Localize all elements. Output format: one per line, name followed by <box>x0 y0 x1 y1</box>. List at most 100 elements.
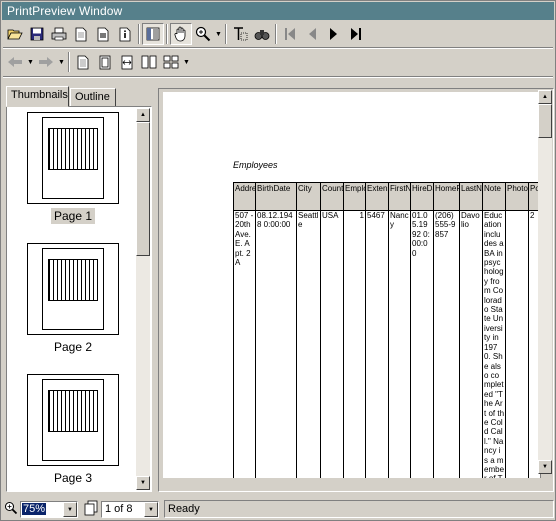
zoom-combobox[interactable]: 75% ▼ <box>20 501 78 518</box>
zoom-tool-button[interactable] <box>192 23 214 45</box>
text-select-button[interactable] <box>229 23 251 45</box>
thumbnail-page-2[interactable]: Page 2 <box>27 243 119 354</box>
hand-tool-button[interactable] <box>170 23 192 45</box>
toolbar-separator <box>275 24 277 44</box>
report-title: Employees <box>233 160 278 170</box>
column-header: HireDate <box>410 182 434 211</box>
main-toolbar: ▼ <box>4 22 367 46</box>
thumbnail-image <box>27 112 119 204</box>
open-icon <box>7 29 23 40</box>
print-icon <box>51 27 67 41</box>
scroll-thumb[interactable] <box>538 104 552 138</box>
info-button[interactable] <box>114 23 136 45</box>
next-page-button[interactable] <box>323 23 345 45</box>
multi-page-dropdown-arrow[interactable]: ▼ <box>182 51 191 73</box>
window-title: PrintPreview Window <box>7 4 123 18</box>
last-page-icon <box>351 28 361 40</box>
single-page-view-icon <box>77 55 89 69</box>
page-combobox-arrow[interactable]: ▼ <box>144 502 158 517</box>
forward-dropdown-arrow[interactable]: ▼ <box>57 51 66 73</box>
page-width-button[interactable] <box>116 51 138 73</box>
thumbnails-toggle-button[interactable] <box>142 23 164 45</box>
two-pages-view-icon <box>141 55 157 69</box>
table-cell: 08.12.1948 0:00:00 <box>255 210 297 478</box>
forward-icon <box>39 57 53 67</box>
save-button[interactable] <box>26 23 48 45</box>
column-header: EmployeeID <box>343 182 366 211</box>
scroll-up-button[interactable]: ▲ <box>136 108 150 122</box>
toolbar-divider <box>3 76 553 78</box>
table-cell: (206) 555-9857 <box>433 210 460 478</box>
thumbnail-page-1[interactable]: Page 1 <box>27 112 119 224</box>
first-page-button[interactable] <box>279 23 301 45</box>
table-cell: Nancy <box>388 210 411 478</box>
page-setup-button[interactable] <box>70 23 92 45</box>
last-page-button[interactable] <box>345 23 367 45</box>
toolbar-divider <box>3 47 553 49</box>
column-header: Note <box>482 182 506 211</box>
column-header: Address <box>233 182 256 211</box>
toolbar-separator <box>166 24 168 44</box>
single-page-view-button[interactable] <box>72 51 94 73</box>
thumbnails-panel: Page 1 Page 2 Page 3 ▲ ▼ <box>6 106 152 492</box>
scroll-down-button[interactable]: ▼ <box>538 460 552 474</box>
navigation-toolbar: ▼ ▼ ▼ <box>4 50 191 74</box>
page-width-icon <box>121 55 133 69</box>
thumbnails-toggle-icon <box>146 27 160 41</box>
thumbnail-image <box>27 243 119 335</box>
page-setup-icon <box>75 27 87 41</box>
scroll-down-button[interactable]: ▼ <box>136 476 150 490</box>
table-cell: USA <box>320 210 344 478</box>
open-button[interactable] <box>4 23 26 45</box>
multi-page-view-button[interactable] <box>160 51 182 73</box>
status-bar: 75% ▼ 1 of 8 ▼ Ready <box>1 497 556 521</box>
info-icon <box>119 27 131 41</box>
find-button[interactable] <box>251 23 273 45</box>
two-pages-view-button[interactable] <box>138 51 160 73</box>
status-message: Ready <box>164 500 554 518</box>
next-page-icon <box>330 28 337 40</box>
column-header: FirstName <box>388 182 411 211</box>
tab-thumbnails[interactable]: Thumbnails <box>6 86 69 107</box>
preview-scrollbar[interactable]: ▲ ▼ <box>538 90 552 474</box>
export-button[interactable] <box>92 23 114 45</box>
tab-outline[interactable]: Outline <box>70 88 116 107</box>
multi-page-view-icon <box>163 55 179 69</box>
save-icon <box>30 27 44 41</box>
table-cell <box>505 210 529 478</box>
column-header: BirthDate <box>255 182 297 211</box>
zoom-combobox-arrow[interactable]: ▼ <box>63 502 77 517</box>
previous-page-button[interactable] <box>301 23 323 45</box>
report-page: Employees Address507 - 20th Ave. E. Apt.… <box>163 92 541 478</box>
page-combobox[interactable]: 1 of 8 ▼ <box>101 501 159 518</box>
table-cell: 01.05.1992 0:00:00 <box>410 210 434 478</box>
scroll-up-button[interactable]: ▲ <box>538 90 552 104</box>
zoom-icon <box>5 502 18 515</box>
text-select-icon <box>234 27 248 41</box>
table-cell: 507 - 20th Ave. E. Apt. 2A <box>233 210 256 478</box>
back-dropdown-arrow[interactable]: ▼ <box>26 51 35 73</box>
zoom-dropdown-arrow[interactable]: ▼ <box>214 23 223 45</box>
back-button[interactable] <box>4 51 26 73</box>
thumbnails-scrollbar[interactable]: ▲ ▼ <box>136 108 150 490</box>
zoom-value: 75% <box>22 503 47 515</box>
scroll-thumb[interactable] <box>136 122 150 256</box>
column-header: LastName <box>459 182 483 211</box>
table-cell: 5467 <box>365 210 389 478</box>
print-button[interactable] <box>48 23 70 45</box>
thumbnail-page-3[interactable]: Page 3 <box>27 374 119 485</box>
previous-page-icon <box>309 28 316 40</box>
thumbnail-label: Page 3 <box>53 471 93 485</box>
pages-icon <box>84 500 98 516</box>
toolbar-separator <box>138 24 140 44</box>
table-cell: 1 <box>343 210 366 478</box>
find-icon <box>254 30 270 40</box>
first-page-icon <box>285 28 295 40</box>
forward-button[interactable] <box>35 51 57 73</box>
fit-page-icon <box>99 55 111 69</box>
thumbnail-label: Page 1 <box>50 208 96 224</box>
fit-page-button[interactable] <box>94 51 116 73</box>
column-header: City <box>296 182 321 211</box>
hand-tool-icon <box>174 26 186 42</box>
thumbnail-label: Page 2 <box>53 340 93 354</box>
